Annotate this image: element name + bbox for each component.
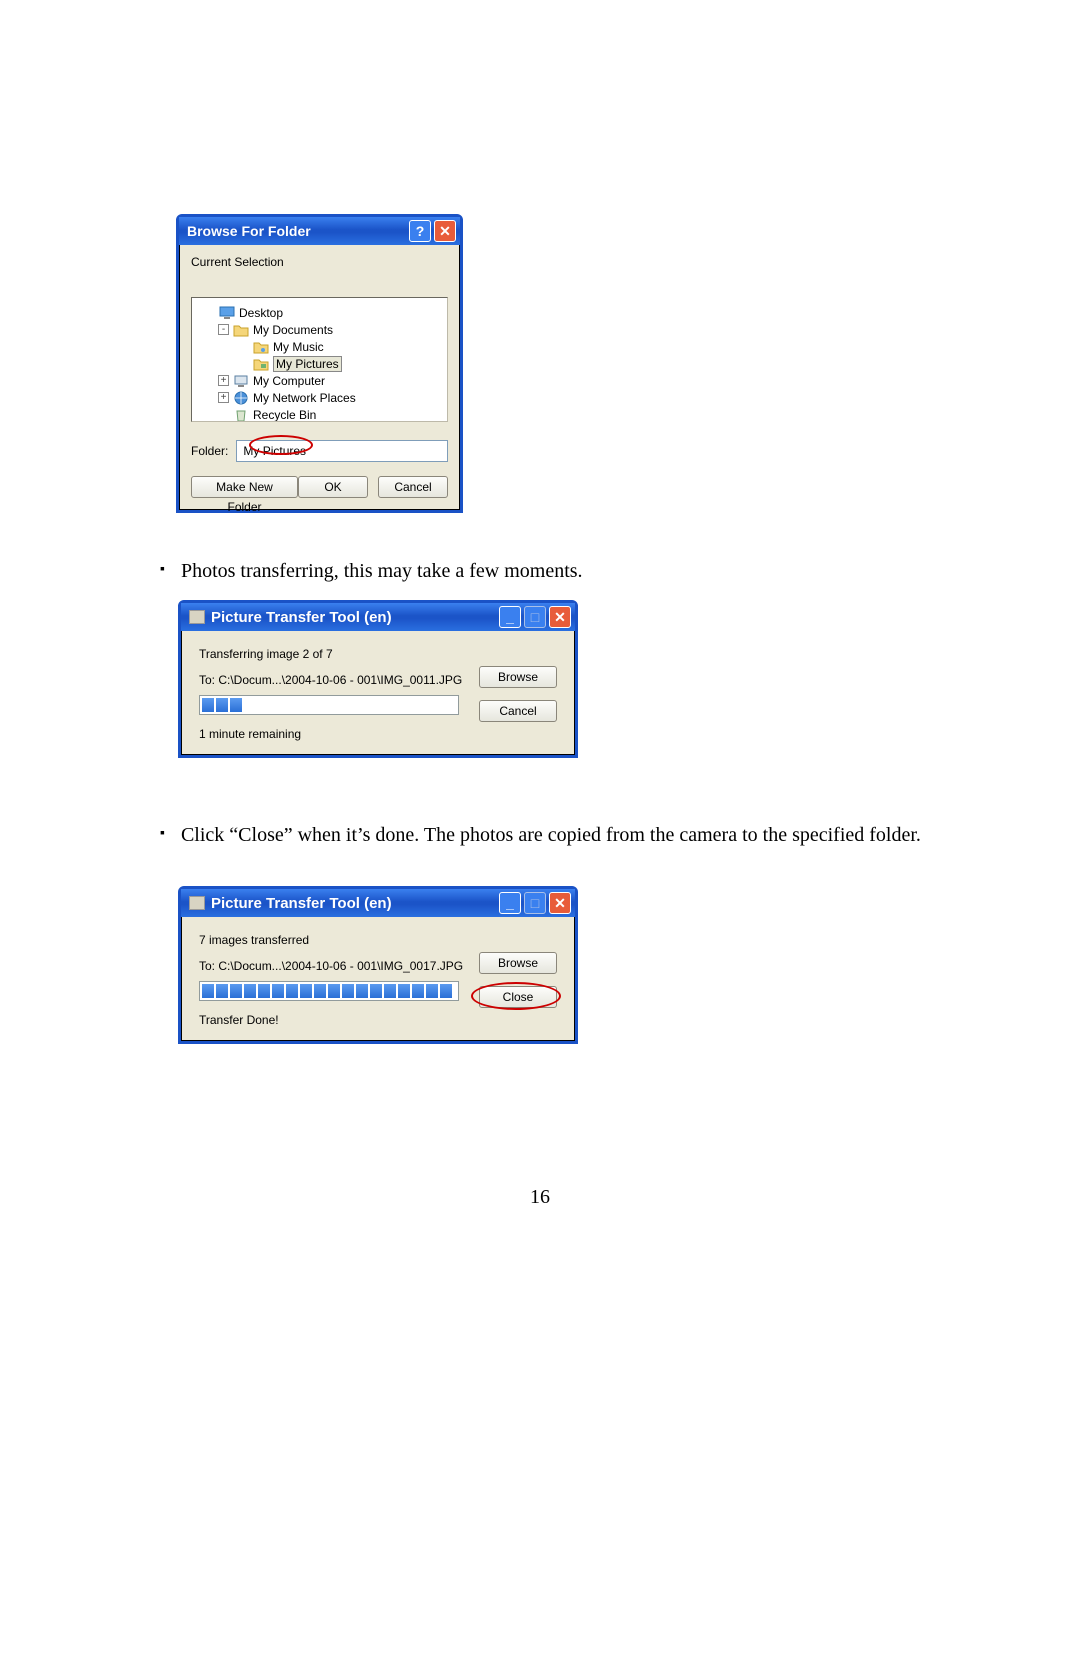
app-icon <box>189 610 205 624</box>
desktop-icon <box>219 306 235 320</box>
tree-item[interactable]: + My Computer <box>196 372 443 389</box>
recycle-icon <box>233 408 249 422</box>
instruction-bullet: ▪ Photos transferring, this may take a f… <box>160 558 930 585</box>
network-icon <box>233 391 249 405</box>
picture-transfer-dialog-progress: Picture Transfer Tool (en) _ □ ✕ Transfe… <box>178 600 578 758</box>
help-icon[interactable]: ? <box>409 220 431 242</box>
browse-button[interactable]: Browse <box>479 666 557 688</box>
browse-button[interactable]: Browse <box>479 952 557 974</box>
progress-segment <box>272 984 284 998</box>
progress-segment <box>202 984 214 998</box>
tree-item-label: My Pictures <box>273 356 342 372</box>
maximize-icon: □ <box>524 892 546 914</box>
cancel-button[interactable]: Cancel <box>479 700 557 722</box>
make-new-folder-button[interactable]: Make New Folder <box>191 476 298 498</box>
progress-segment <box>412 984 424 998</box>
close-icon[interactable]: ✕ <box>549 892 571 914</box>
cancel-button[interactable]: Cancel <box>378 476 448 498</box>
progress-bar <box>199 695 459 715</box>
minimize-icon[interactable]: _ <box>499 892 521 914</box>
instruction-bullet: ▪ Click “Close” when it’s done. The phot… <box>160 822 930 849</box>
tree-item[interactable]: Recycle Bin <box>196 406 443 422</box>
window-title: Picture Transfer Tool (en) <box>211 895 496 912</box>
progress-segment <box>300 984 312 998</box>
tree-item[interactable]: My Pictures <box>196 355 443 372</box>
progress-segment <box>356 984 368 998</box>
progress-segment <box>216 984 228 998</box>
folder-music-icon <box>253 340 269 354</box>
progress-segment <box>426 984 438 998</box>
tree-item[interactable]: + My Network Places <box>196 389 443 406</box>
close-icon[interactable]: ✕ <box>549 606 571 628</box>
tree-item[interactable]: My Music <box>196 338 443 355</box>
transfer-destination: To: C:\Docum...\2004-10-06 - 001\IMG_001… <box>199 959 479 973</box>
ok-button[interactable]: OK <box>298 476 368 498</box>
titlebar[interactable]: Picture Transfer Tool (en) _ □ ✕ <box>181 889 575 917</box>
window-title: Picture Transfer Tool (en) <box>211 609 496 626</box>
transfer-done-label: Transfer Done! <box>199 1013 479 1027</box>
tree-toggle-spacer <box>238 341 249 352</box>
tree-item[interactable]: - My Documents <box>196 321 443 338</box>
tree-item-label: Recycle Bin <box>253 408 316 422</box>
folder-pictures-icon <box>253 357 269 371</box>
folder-tree[interactable]: Desktop-My DocumentsMy MusicMy Pictures+… <box>191 297 448 422</box>
bullet-icon: ▪ <box>160 822 165 846</box>
transfer-destination: To: C:\Docum...\2004-10-06 - 001\IMG_001… <box>199 673 479 687</box>
app-icon <box>189 896 205 910</box>
progress-segment <box>384 984 396 998</box>
computer-icon <box>233 374 249 388</box>
instruction-text: Click “Close” when it’s done. The photos… <box>181 822 921 849</box>
progress-segment <box>230 698 242 712</box>
folder-field-label: Folder: <box>191 444 228 458</box>
close-button[interactable]: Close <box>479 986 557 1008</box>
time-remaining: 1 minute remaining <box>199 727 479 741</box>
progress-segment <box>398 984 410 998</box>
progress-segment <box>328 984 340 998</box>
transfer-status: 7 images transferred <box>199 933 479 947</box>
titlebar[interactable]: Browse For Folder ? ✕ <box>179 217 460 245</box>
progress-segment <box>244 984 256 998</box>
instruction-text: Photos transferring, this may take a few… <box>181 558 583 585</box>
picture-transfer-dialog-done: Picture Transfer Tool (en) _ □ ✕ 7 image… <box>178 886 578 1044</box>
progress-bar <box>199 981 459 1001</box>
document-page: Browse For Folder ? ✕ Current Selection … <box>0 0 1080 1669</box>
tree-item-label: My Computer <box>253 374 325 388</box>
tree-item-label: My Network Places <box>253 391 356 405</box>
maximize-icon: □ <box>524 606 546 628</box>
close-icon[interactable]: ✕ <box>434 220 456 242</box>
progress-segment <box>314 984 326 998</box>
expand-icon[interactable]: + <box>218 375 229 386</box>
current-selection-label: Current Selection <box>191 255 448 269</box>
collapse-icon[interactable]: - <box>218 324 229 335</box>
progress-segment <box>370 984 382 998</box>
folder-input[interactable] <box>236 440 448 462</box>
minimize-icon[interactable]: _ <box>499 606 521 628</box>
page-number: 16 <box>0 1186 1080 1209</box>
tree-toggle-spacer <box>204 307 215 318</box>
progress-segment <box>258 984 270 998</box>
titlebar[interactable]: Picture Transfer Tool (en) _ □ ✕ <box>181 603 575 631</box>
progress-segment <box>440 984 452 998</box>
expand-icon[interactable]: + <box>218 392 229 403</box>
progress-segment <box>202 698 214 712</box>
bullet-icon: ▪ <box>160 558 165 582</box>
progress-segment <box>230 984 242 998</box>
tree-item-label: Desktop <box>239 306 283 320</box>
browse-for-folder-dialog: Browse For Folder ? ✕ Current Selection … <box>176 214 463 513</box>
tree-toggle-spacer <box>238 358 249 369</box>
progress-segment <box>342 984 354 998</box>
progress-segment <box>286 984 298 998</box>
transfer-status: Transferring image 2 of 7 <box>199 647 479 661</box>
folder-icon <box>233 323 249 337</box>
tree-toggle-spacer <box>218 409 229 420</box>
progress-segment <box>216 698 228 712</box>
tree-item-label: My Documents <box>253 323 333 337</box>
tree-item-label: My Music <box>273 340 324 354</box>
window-title: Browse For Folder <box>187 223 406 239</box>
tree-item[interactable]: Desktop <box>196 304 443 321</box>
